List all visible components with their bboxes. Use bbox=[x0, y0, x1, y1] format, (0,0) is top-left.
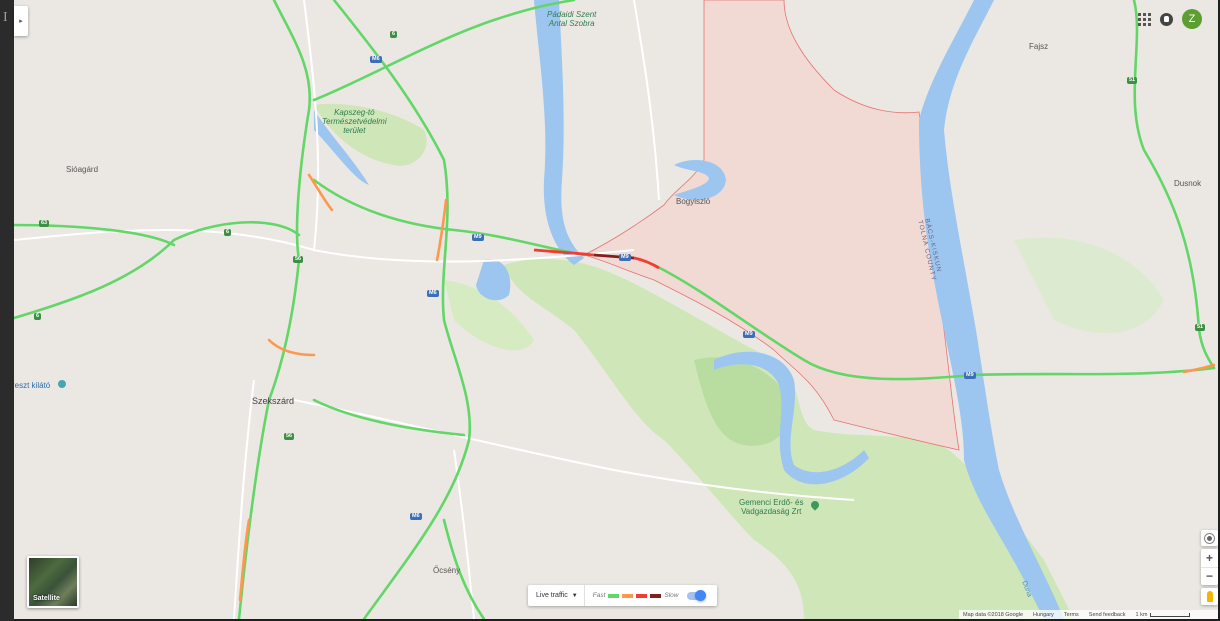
place-kilato[interactable]: reszt kilátó bbox=[14, 381, 50, 390]
place-kapszeg-to[interactable]: Kapszeg-tó Természetvédelmi terület bbox=[322, 108, 387, 135]
scale-line bbox=[1150, 612, 1191, 617]
traffic-road-6 bbox=[237, 0, 312, 619]
left-edge-strip: I bbox=[0, 0, 14, 621]
road-shield-51: 51 bbox=[1127, 77, 1138, 84]
legend-slow-label: Slow bbox=[664, 592, 679, 599]
road-shield-m9: M9 bbox=[743, 331, 755, 338]
place-ocseny[interactable]: Őcsény bbox=[433, 566, 460, 575]
my-location-button[interactable] bbox=[1201, 530, 1218, 546]
road-shield-63: 63 bbox=[39, 220, 50, 227]
traffic-medium bbox=[238, 518, 251, 602]
traffic-toggle-switch[interactable] bbox=[687, 589, 707, 601]
live-traffic-dropdown[interactable]: Live traffic ▼ bbox=[528, 585, 585, 606]
traffic-road-6-north bbox=[312, 0, 576, 102]
legend-swatch-fast bbox=[608, 593, 620, 598]
traffic-road-56-south bbox=[312, 398, 466, 437]
place-padaidi-szobra[interactable]: Pádaidi Szent Antal Szobra bbox=[547, 10, 596, 28]
road-shield-m9: M9 bbox=[964, 372, 976, 379]
caret-down-icon: ▼ bbox=[571, 592, 578, 599]
map-canvas[interactable]: Pádaidi Szent Antal Szobra Kapszeg-tó Term… bbox=[14, 0, 1218, 619]
traffic-medium bbox=[267, 338, 316, 357]
legend-swatch-very-slow bbox=[650, 593, 662, 598]
side-panel-toggle-button[interactable]: ▸ bbox=[14, 6, 28, 36]
traffic-road-m9-west bbox=[312, 178, 586, 257]
place-fajsz[interactable]: Fajsz bbox=[1029, 42, 1048, 51]
traffic-speed-legend: Fast Slow bbox=[585, 589, 714, 601]
zoom-out-button[interactable]: − bbox=[1201, 568, 1218, 586]
map-data-attribution: Map data ©2018 Google bbox=[963, 611, 1024, 618]
traffic-legend-panel: Live traffic ▼ Fast Slow bbox=[528, 585, 717, 606]
zoom-in-button[interactable]: + bbox=[1201, 549, 1218, 568]
legend-fast-label: Fast bbox=[592, 592, 606, 599]
road-shield-56: 56 bbox=[284, 433, 295, 440]
scale-bar[interactable]: 1 km bbox=[1136, 612, 1191, 618]
satellite-label: Satellite bbox=[33, 595, 60, 602]
road-shield-m6: M6 bbox=[370, 56, 382, 63]
road-shield-m6: M6 bbox=[427, 290, 439, 297]
road-shield-6: 6 bbox=[390, 31, 398, 38]
road-shield-6: 6 bbox=[224, 229, 232, 236]
left-edge-char: I bbox=[3, 10, 8, 25]
place-szekszard[interactable]: Szekszárd bbox=[252, 396, 294, 406]
danube-side-arm bbox=[534, 0, 584, 265]
region-link[interactable]: Hungary bbox=[1033, 612, 1054, 618]
traffic-road-m6 bbox=[332, 0, 472, 619]
place-gemenc[interactable]: Gemenci Erdő- és Vadgazdaság Zrt bbox=[739, 498, 803, 516]
traffic-road-63 bbox=[14, 223, 176, 247]
chevron-right-icon: ▸ bbox=[19, 18, 23, 25]
account-avatar[interactable]: Z bbox=[1182, 9, 1202, 29]
road-shield-m9: M9 bbox=[619, 254, 631, 261]
send-feedback-link[interactable]: Send feedback bbox=[1089, 612, 1126, 618]
place-sioagard[interactable]: Sióagárd bbox=[66, 165, 98, 174]
account-controls: Z bbox=[1138, 8, 1202, 30]
live-traffic-label: Live traffic bbox=[536, 592, 568, 599]
road-shield-51: 51 bbox=[1195, 324, 1206, 331]
road-shield-56: 56 bbox=[293, 256, 304, 263]
zoom-controls: + − bbox=[1201, 549, 1218, 585]
terms-link[interactable]: Terms bbox=[1064, 612, 1079, 618]
kilato-pin-icon[interactable] bbox=[58, 380, 66, 388]
street-view-pegman-icon[interactable] bbox=[1201, 588, 1218, 605]
minor-road bbox=[633, 0, 660, 201]
place-dusnok[interactable]: Dusnok bbox=[1174, 179, 1201, 188]
satellite-layer-button[interactable]: Satellite bbox=[27, 556, 79, 608]
place-bogyiszlo[interactable]: Bogyiszló bbox=[676, 197, 710, 206]
apps-grid-icon[interactable] bbox=[1138, 12, 1151, 26]
traffic-medium bbox=[307, 173, 334, 212]
map-layer bbox=[14, 0, 1216, 619]
legend-swatch-medium bbox=[622, 593, 634, 598]
notifications-icon[interactable] bbox=[1160, 12, 1173, 26]
road-shield-6: 6 bbox=[34, 313, 42, 320]
legend-swatch-slow bbox=[636, 593, 648, 598]
right-park bbox=[1014, 237, 1164, 334]
road-shield-m6: M6 bbox=[410, 513, 422, 520]
map-footer: Map data ©2018 Google Hungary Terms Send… bbox=[959, 610, 1218, 619]
road-shield-m9: M9 bbox=[472, 234, 484, 241]
maps-window: I Pádaidi Szent Antal Szobra Kapszeg-tó … bbox=[0, 0, 1220, 621]
scale-label: 1 km bbox=[1135, 611, 1148, 618]
